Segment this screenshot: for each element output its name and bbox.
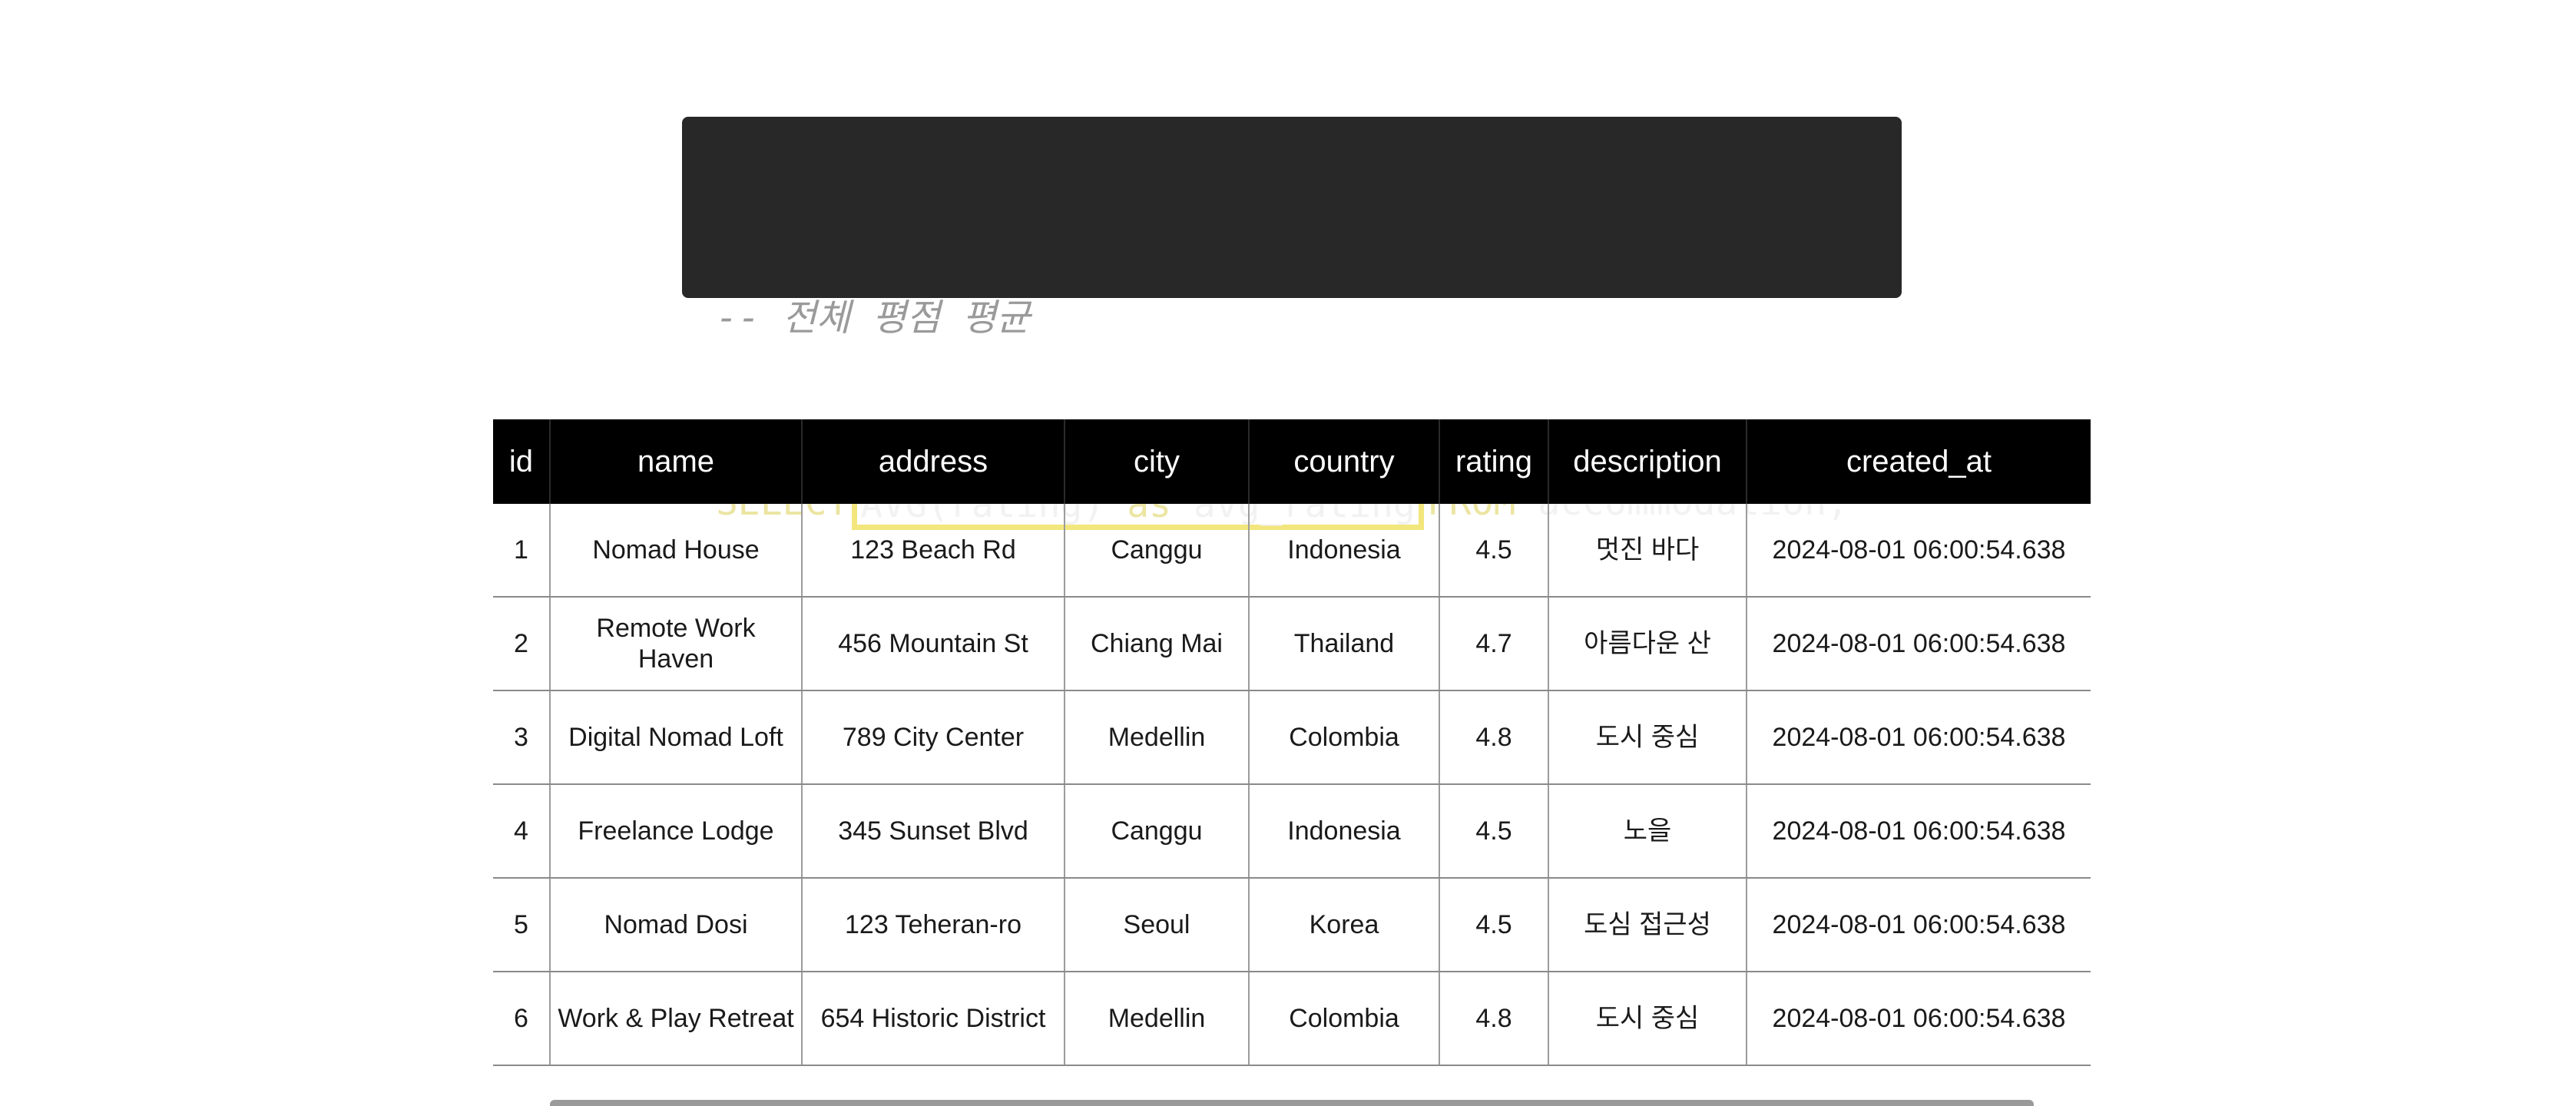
cell-address: 345 Sunset Blvd — [801, 784, 1065, 879]
cell-address: 123 Teheran-ro — [801, 878, 1065, 972]
table-row: 2 Remote Work Haven 456 Mountain St Chia… — [493, 597, 2091, 691]
cell-country: Colombia — [1248, 690, 1439, 785]
cell-id: 3 — [493, 690, 550, 785]
cell-address: 654 Historic District — [801, 972, 1065, 1066]
cell-created-at: 2024-08-01 06:00:54.638 — [1746, 690, 2091, 785]
cell-address: 456 Mountain St — [801, 597, 1065, 691]
sql-comment: -- 전체 평점 평균 — [716, 296, 1031, 339]
table-row: 1 Nomad House 123 Beach Rd Canggu Indone… — [493, 504, 2091, 598]
cell-created-at: 2024-08-01 06:00:54.638 — [1746, 784, 2091, 879]
cell-created-at: 2024-08-01 06:00:54.638 — [1746, 972, 2091, 1066]
table-row: 3 Digital Nomad Loft 789 City Center Med… — [493, 690, 2091, 785]
cell-name: Nomad House — [549, 504, 802, 598]
cell-country: Indonesia — [1248, 504, 1439, 598]
column-header-address: address — [801, 419, 1065, 504]
column-header-id: id — [493, 419, 550, 504]
column-header-description: description — [1548, 419, 1747, 504]
column-header-rating: rating — [1439, 419, 1548, 504]
cell-created-at: 2024-08-01 06:00:54.638 — [1746, 504, 2091, 598]
cell-id: 4 — [493, 784, 550, 879]
column-header-city: city — [1064, 419, 1249, 504]
cell-description: 도심 접근성 — [1548, 878, 1747, 972]
cell-rating: 4.5 — [1439, 784, 1548, 879]
cell-name: Remote Work Haven — [549, 597, 802, 691]
table-header-row: id name address city country rating desc… — [493, 419, 2091, 504]
column-header-country: country — [1248, 419, 1439, 504]
cell-city: Medellin — [1064, 690, 1249, 785]
cell-city: Canggu — [1064, 784, 1249, 879]
cell-city: Medellin — [1064, 972, 1249, 1066]
cell-description: 멋진 바다 — [1548, 504, 1747, 598]
cell-description: 도시 중심 — [1548, 690, 1747, 785]
cell-city: Canggu — [1064, 504, 1249, 598]
cell-address: 123 Beach Rd — [801, 504, 1065, 598]
cell-id: 6 — [493, 972, 550, 1066]
accommodation-table: id name address city country rating desc… — [493, 419, 2091, 1066]
cell-city: Seoul — [1064, 878, 1249, 972]
sql-code-block: -- 전체 평점 평균 SELECTAVG(rating) as avg_rat… — [682, 117, 1902, 530]
cell-address: 789 City Center — [801, 690, 1065, 785]
cell-rating: 4.7 — [1439, 597, 1548, 691]
cell-id: 1 — [493, 504, 550, 598]
cell-description: 도시 중심 — [1548, 972, 1747, 1066]
cell-created-at: 2024-08-01 06:00:54.638 — [1746, 597, 2091, 691]
cell-rating: 4.8 — [1439, 690, 1548, 785]
cell-country: Thailand — [1248, 597, 1439, 691]
table-row: 4 Freelance Lodge 345 Sunset Blvd Canggu… — [493, 784, 2091, 879]
cell-country: Colombia — [1248, 972, 1439, 1066]
cell-country: Indonesia — [1248, 784, 1439, 879]
cell-name: Digital Nomad Loft — [549, 690, 802, 785]
cell-name: Work & Play Retreat — [549, 972, 802, 1066]
cell-country: Korea — [1248, 878, 1439, 972]
cell-rating: 4.5 — [1439, 504, 1548, 598]
table-row: 5 Nomad Dosi 123 Teheran-ro Seoul Korea … — [493, 878, 2091, 972]
cell-name: Nomad Dosi — [549, 878, 802, 972]
column-header-name: name — [549, 419, 802, 504]
cell-rating: 4.8 — [1439, 972, 1548, 1066]
cell-description: 아름다운 산 — [1548, 597, 1747, 691]
cell-created-at: 2024-08-01 06:00:54.638 — [1746, 878, 2091, 972]
bottom-scroll-edge — [550, 1100, 2034, 1106]
cell-name: Freelance Lodge — [549, 784, 802, 879]
cell-city: Chiang Mai — [1064, 597, 1249, 691]
cell-rating: 4.5 — [1439, 878, 1548, 972]
table-row: 6 Work & Play Retreat 654 Historic Distr… — [493, 972, 2091, 1066]
column-header-created-at: created_at — [1746, 419, 2091, 504]
cell-description: 노을 — [1548, 784, 1747, 879]
cell-id: 2 — [493, 597, 550, 691]
cell-id: 5 — [493, 878, 550, 972]
